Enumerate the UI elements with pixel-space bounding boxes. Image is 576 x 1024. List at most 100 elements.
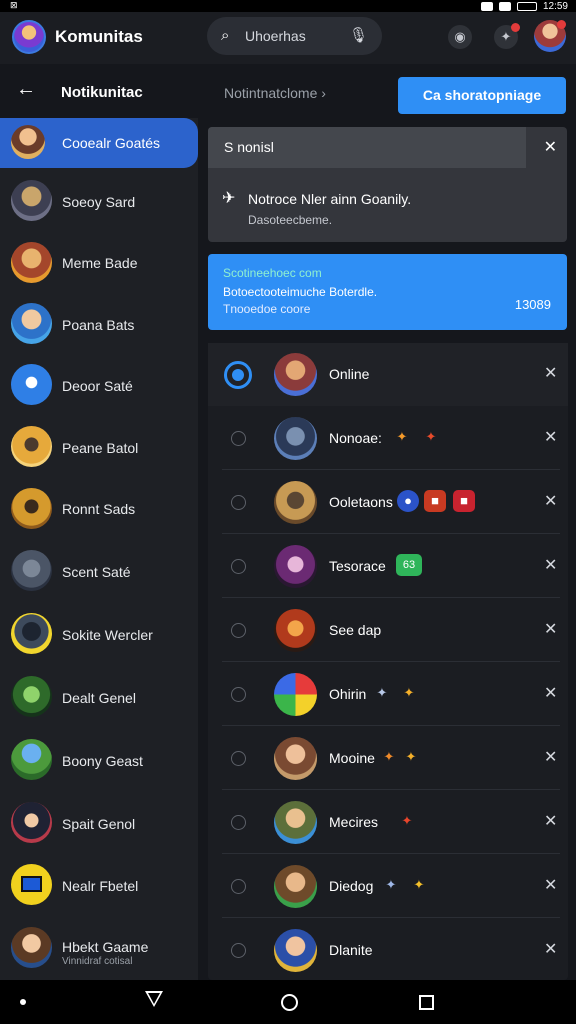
sidebar-item-7[interactable]: Scent Saté (0, 539, 198, 602)
radio-selected[interactable] (224, 361, 252, 389)
radio[interactable] (231, 687, 246, 702)
sidebar-avatar (11, 303, 52, 344)
list-item[interactable]: Nonoae: ✦ ✦ ✕ (208, 407, 568, 470)
list-item-name: Ooletaons (329, 494, 393, 510)
recents-square-icon[interactable] (419, 995, 434, 1010)
avatar (274, 481, 317, 524)
sidebar-item-10[interactable]: Boony Geast (0, 729, 198, 792)
sidebar: Cooealr Goatés Soeoy Sard Meme Bade Poan… (0, 118, 198, 980)
close-icon[interactable]: ✕ (544, 491, 557, 511)
close-icon[interactable]: ✕ (544, 555, 557, 575)
mic-icon[interactable]: 🎙 (349, 26, 368, 44)
radio[interactable] (231, 431, 246, 446)
sidebar-item-12[interactable]: Nealr Fbetel (0, 854, 198, 917)
sidebar-item-label: Sokite Wercler (62, 627, 153, 643)
list-item-name: Online (329, 366, 370, 382)
radio[interactable] (231, 879, 246, 894)
badge-icon: ✦ (405, 749, 417, 764)
sidebar-item-label: Poana Bats (62, 317, 135, 333)
alert-header: S nonisl (208, 127, 526, 168)
divider (222, 661, 560, 662)
sidebar-avatar (11, 676, 52, 717)
list-item[interactable]: Mooine ✦ ✦ ✕ (208, 727, 568, 790)
list-item-name: Tesorace (329, 558, 386, 574)
badge-icon: ■ (453, 490, 475, 512)
divider (222, 725, 560, 726)
radio[interactable] (231, 815, 246, 830)
close-icon[interactable]: ✕ (544, 939, 557, 959)
arrow-left-icon[interactable]: ← (16, 78, 36, 101)
close-icon[interactable]: ✕ (544, 747, 557, 767)
alert-subtext: Dasoteecbeme. (248, 213, 333, 227)
info-count: 13089 (514, 297, 551, 312)
avatar (274, 865, 317, 908)
search-input[interactable]: ⌕ Uhoerhas 🎙 (207, 17, 382, 55)
status-time: 12:59 (542, 0, 568, 12)
sidebar-avatar (11, 927, 52, 968)
location-icon[interactable]: ◉ (448, 25, 472, 49)
list-item[interactable]: Ohirin ✦ ✦ ✕ (208, 663, 568, 726)
close-icon[interactable]: ✕ (544, 427, 557, 447)
sidebar-item-8[interactable]: Sokite Wercler (0, 602, 198, 665)
back-triangle-icon[interactable] (145, 991, 163, 1007)
sidebar-item-1[interactable]: Soeoy Sard (0, 169, 198, 232)
screen-icon (21, 876, 42, 892)
sidebar-item-11[interactable]: Spait Genol (0, 791, 198, 854)
sidebar-avatar (11, 488, 52, 529)
search-icon: ⌕ (221, 27, 230, 44)
sidebar-item-0[interactable]: Cooealr Goatés (0, 118, 198, 168)
cta-button[interactable]: Ca shoratopniage (398, 77, 566, 114)
close-icon[interactable]: ✕ (544, 875, 557, 895)
divider (222, 469, 560, 470)
list-item[interactable]: See dap ✕ (208, 599, 568, 662)
close-icon[interactable]: ✕ (544, 683, 557, 703)
divider (222, 533, 560, 534)
sidebar-item-label: Nealr Fbetel (62, 878, 139, 894)
sidebar-avatar (11, 864, 52, 905)
profile-avatar[interactable] (534, 20, 566, 52)
search-text: Uhoerhas (245, 28, 306, 44)
list-item[interactable]: Mecires ✦ ✕ (208, 791, 568, 854)
list-item[interactable]: Dlanite ✕ (208, 919, 568, 982)
sidebar-item-9[interactable]: Dealt Genel (0, 665, 198, 728)
radio[interactable] (231, 495, 246, 510)
info-banner[interactable]: Scotineehoec com Botoectooteimuche Boter… (208, 254, 567, 330)
list-item[interactable]: Online ✕ (208, 343, 568, 406)
breadcrumb[interactable]: Notintnatclome › (224, 85, 326, 101)
sidebar-item-label: Cooealr Goatés (62, 135, 161, 151)
system-nav-bar (0, 980, 576, 1024)
sidebar-item-label: Peane Batol (62, 440, 139, 456)
sidebar-item-5[interactable]: Peane Batol (0, 414, 198, 477)
badge-icon: ✦ (376, 685, 388, 700)
count-badge: 63 (396, 554, 422, 576)
bell-icon[interactable]: ✦ (494, 23, 520, 49)
close-icon[interactable]: ✕ (544, 619, 557, 639)
sidebar-item-6[interactable]: Ronnt Sads (0, 476, 198, 539)
profile-badge (557, 20, 566, 29)
sidebar-item-label: Meme Bade (62, 255, 138, 271)
app-avatar[interactable] (12, 20, 46, 54)
sidebar-item-2[interactable]: Meme Bade (0, 231, 198, 294)
sidebar-avatar (11, 739, 52, 780)
close-icon[interactable]: ✕ (544, 137, 557, 157)
dot-icon[interactable] (20, 999, 26, 1005)
radio[interactable] (231, 751, 246, 766)
radio[interactable] (231, 623, 246, 638)
notification-list: Online ✕ Nonoae: ✦ ✦ ✕ Ooletaons ● ■ ■ ✕… (208, 343, 568, 980)
close-icon[interactable]: ✕ (544, 811, 557, 831)
home-circle-icon[interactable] (281, 994, 298, 1011)
sidebar-item-3[interactable]: Poana Bats (0, 292, 198, 355)
megaphone-icon: ✈ (222, 190, 236, 207)
app-title: Komunitas (55, 27, 143, 46)
sidebar-item-label: Deoor Saté (62, 378, 133, 394)
list-item[interactable]: Tesorace 63 ✕ (208, 535, 568, 598)
list-item[interactable]: Diedog ✦ ✦ ✕ (208, 855, 568, 918)
list-item-name: See dap (329, 622, 382, 638)
close-icon[interactable]: ✕ (544, 363, 557, 383)
sidebar-item-13[interactable]: Hbekt Gaame Vinnidraf cotisal (0, 917, 198, 980)
list-item[interactable]: Ooletaons ● ■ ■ ✕ (208, 471, 568, 534)
sidebar-item-4[interactable]: Deoor Saté (0, 353, 198, 416)
radio[interactable] (231, 559, 246, 574)
sidebar-item-label: Ronnt Sads (62, 501, 136, 517)
radio[interactable] (231, 943, 246, 958)
